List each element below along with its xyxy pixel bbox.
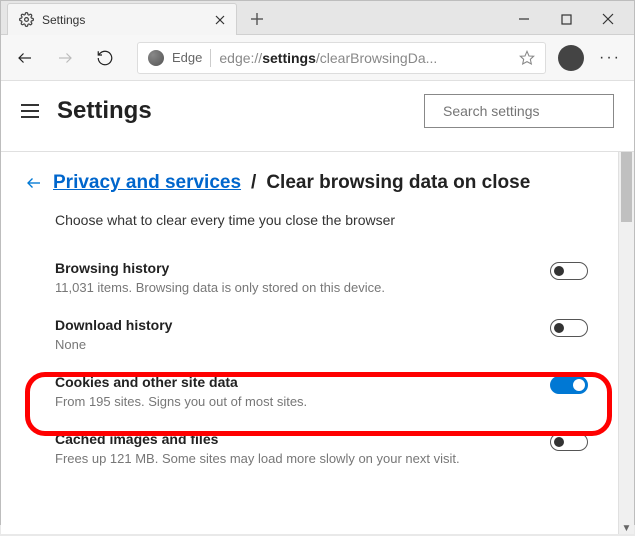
back-button[interactable]	[11, 44, 39, 72]
scroll-thumb[interactable]	[621, 152, 632, 222]
maximize-button[interactable]	[554, 7, 578, 31]
new-tab-button[interactable]	[243, 5, 271, 33]
content-area: Privacy and services / Clear browsing da…	[1, 151, 634, 534]
search-settings-box[interactable]	[424, 94, 614, 128]
tab-title: Settings	[42, 13, 212, 27]
address-bar[interactable]: Edge edge://settings/clearBrowsingDa...	[137, 42, 546, 74]
toggle-cookies[interactable]	[550, 376, 588, 394]
scroll-down-icon[interactable]: ▼	[619, 520, 634, 536]
close-tab-icon[interactable]	[212, 12, 228, 28]
browser-window: Settings Edge edge://setti	[0, 0, 635, 525]
toggle-browsing-history[interactable]	[550, 262, 588, 280]
refresh-button[interactable]	[91, 44, 119, 72]
setting-cookies: Cookies and other site data From 195 sit…	[25, 368, 588, 425]
setting-subtitle: From 195 sites. Signs you out of most si…	[55, 394, 307, 409]
scrollbar[interactable]: ▲ ▼	[618, 152, 634, 534]
menu-icon[interactable]	[21, 104, 39, 118]
setting-cached-images: Cached images and files Frees up 121 MB.…	[25, 425, 588, 482]
setting-title: Browsing history	[55, 260, 385, 276]
page-title: Settings	[57, 97, 152, 125]
search-input[interactable]	[443, 103, 624, 119]
setting-title: Cookies and other site data	[55, 374, 307, 390]
gear-icon	[18, 12, 34, 28]
url-text: edge://settings/clearBrowsingDa...	[219, 50, 511, 66]
setting-subtitle: None	[55, 337, 172, 352]
breadcrumb-sep: /	[251, 172, 256, 194]
setting-download-history: Download history None	[25, 311, 588, 368]
divider	[210, 49, 211, 67]
setting-title: Download history	[55, 317, 172, 333]
more-menu-button[interactable]: ···	[596, 49, 624, 67]
setting-subtitle: Frees up 121 MB. Some sites may load mor…	[55, 451, 460, 466]
breadcrumb-back-icon[interactable]	[25, 174, 43, 192]
edge-logo-icon	[148, 50, 164, 66]
breadcrumb: Privacy and services / Clear browsing da…	[25, 172, 588, 194]
titlebar: Settings	[1, 1, 634, 35]
window-controls	[502, 3, 630, 35]
forward-button[interactable]	[51, 44, 79, 72]
page-header: Settings	[1, 81, 634, 141]
page-description: Choose what to clear every time you clos…	[25, 212, 588, 228]
breadcrumb-current: Clear browsing data on close	[266, 172, 530, 194]
minimize-button[interactable]	[512, 7, 536, 31]
setting-title: Cached images and files	[55, 431, 460, 447]
toggle-cached-images[interactable]	[550, 433, 588, 451]
toggle-download-history[interactable]	[550, 319, 588, 337]
toolbar: Edge edge://settings/clearBrowsingDa... …	[1, 35, 634, 81]
browser-tab[interactable]: Settings	[7, 3, 237, 35]
edge-label: Edge	[172, 50, 202, 65]
profile-avatar[interactable]	[558, 45, 584, 71]
setting-subtitle: 11,031 items. Browsing data is only stor…	[55, 280, 385, 295]
close-window-button[interactable]	[596, 7, 620, 31]
favorite-icon[interactable]	[519, 50, 535, 66]
setting-browsing-history: Browsing history 11,031 items. Browsing …	[25, 254, 588, 311]
breadcrumb-link[interactable]: Privacy and services	[53, 172, 241, 194]
